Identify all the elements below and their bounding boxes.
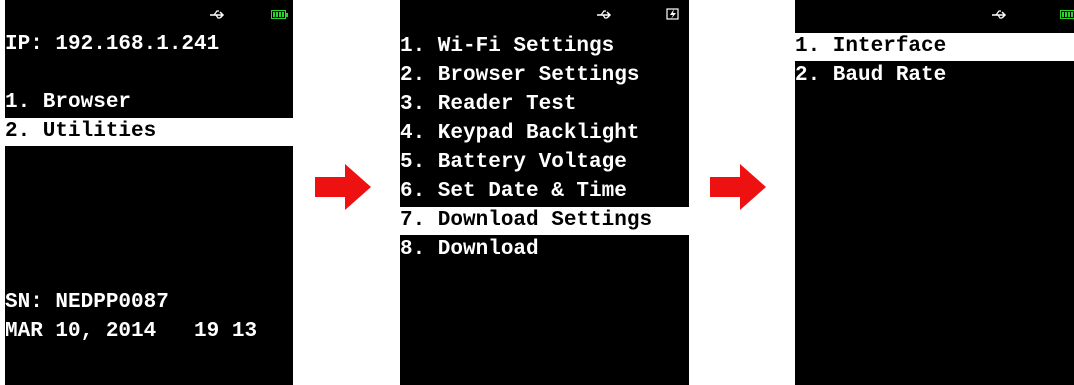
battery-charging-icon [666, 8, 679, 20]
device-screen-download-settings-menu: 1. Interface 2. Baud Rate [795, 0, 1074, 385]
red-arrow-right-icon [315, 164, 371, 210]
menu-item-utilities[interactable]: 2. Utilities [5, 118, 293, 146]
menu-item-interface[interactable]: 1. Interface [795, 33, 1074, 61]
menu-item-download[interactable]: 8. Download [400, 236, 689, 264]
usb-icon [597, 10, 612, 19]
device-screen-utilities-menu: 1. Wi-Fi Settings 2. Browser Settings 3.… [400, 0, 689, 385]
menu-item-download-settings[interactable]: 7. Download Settings [400, 207, 689, 235]
menu-item-wifi-settings[interactable]: 1. Wi-Fi Settings [400, 33, 689, 61]
device-screen-main-menu: IP: 192.168.1.241 1. Browser 2. Utilitie… [5, 0, 293, 385]
menu-item-browser-settings[interactable]: 2. Browser Settings [400, 62, 689, 90]
battery-full-icon [1060, 10, 1074, 19]
menu-item-battery-voltage[interactable]: 5. Battery Voltage [400, 149, 689, 177]
menu-item-browser[interactable]: 1. Browser [5, 89, 293, 117]
usb-icon [210, 10, 225, 19]
menu-item-set-date-time[interactable]: 6. Set Date & Time [400, 178, 689, 206]
serial-number-label: SN: NEDPP0087 [5, 291, 169, 314]
ip-address-label: IP: 192.168.1.241 [5, 33, 220, 56]
menu-item-keypad-backlight[interactable]: 4. Keypad Backlight [400, 120, 689, 148]
date-time-label: MAR 10, 2014 19 13 [5, 320, 258, 343]
menu-item-baud-rate[interactable]: 2. Baud Rate [795, 62, 1074, 90]
usb-icon [992, 10, 1007, 19]
battery-full-icon [271, 10, 288, 19]
red-arrow-right-icon [710, 164, 766, 210]
menu-item-reader-test[interactable]: 3. Reader Test [400, 91, 689, 119]
